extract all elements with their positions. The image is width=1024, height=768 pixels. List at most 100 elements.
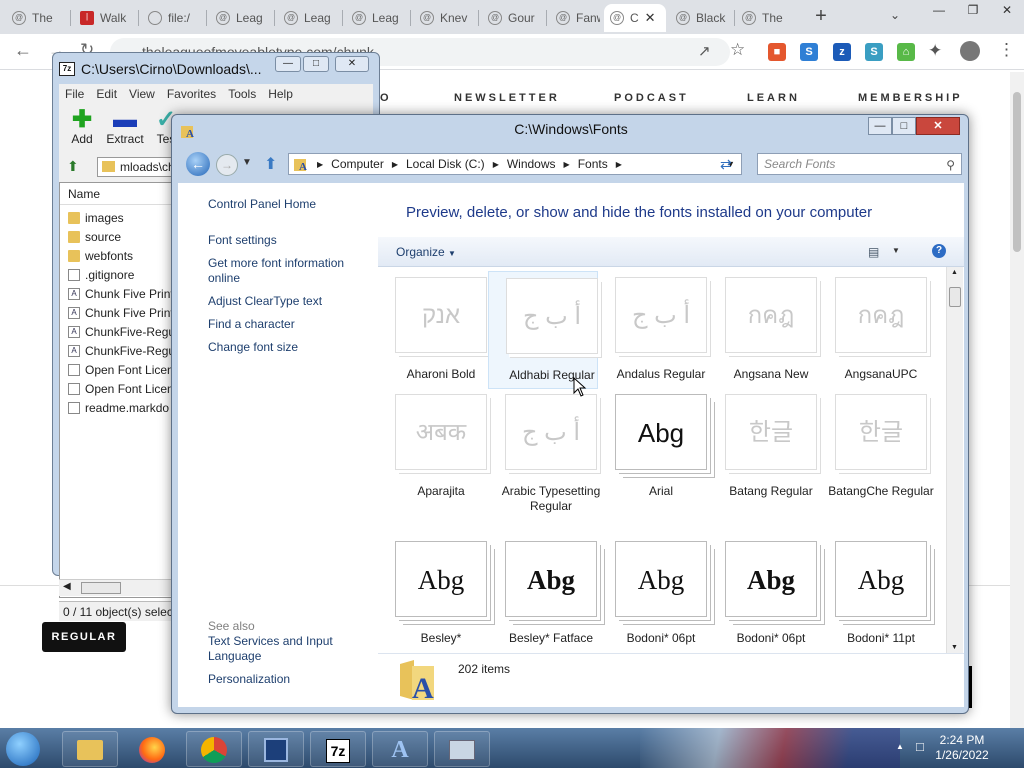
font-tile[interactable]: अबक Aparajita: [378, 388, 488, 506]
browser-maximize-button[interactable]: ❐: [956, 0, 990, 22]
taskbar-7zip-icon[interactable]: 7z: [310, 731, 366, 767]
browser-menu-icon[interactable]: ⋮: [998, 40, 1015, 60]
change-view-icon[interactable]: ▤: [868, 245, 879, 259]
font-grid-scrollbar[interactable]: ▲ ▼: [946, 267, 963, 653]
font-tile[interactable]: กคฎ Angsana New: [708, 271, 818, 389]
tab-close-icon[interactable]: ✕: [645, 10, 656, 26]
site-nav-podcast[interactable]: PODCAST: [614, 92, 689, 104]
browser-minimize-button[interactable]: —: [922, 0, 956, 22]
breadcrumb[interactable]: A ▶ Computer ▶ Local Disk (C:) ▶ Windows…: [288, 153, 742, 175]
search-icon[interactable]: ⚲: [946, 155, 955, 175]
up-arrow-icon[interactable]: ⬆: [264, 154, 277, 174]
extension-s-icon[interactable]: S: [800, 43, 818, 61]
browser-close-button[interactable]: ✕: [990, 0, 1024, 22]
font-tile[interactable]: Abg Bodoni* 06pt: [708, 535, 818, 647]
text-services-link[interactable]: Text Services and Input Language: [208, 634, 348, 664]
font-tile[interactable]: Abg Arial: [598, 388, 708, 506]
menu-view[interactable]: View: [129, 87, 155, 101]
extract-button[interactable]: ▬ Extract: [103, 108, 147, 147]
page-scrollbar[interactable]: [1010, 72, 1024, 728]
browser-tab[interactable]: @ The: [736, 4, 798, 32]
recent-pages-icon[interactable]: ▼: [242, 157, 252, 168]
font-tile[interactable]: Abg Besley* Fatface: [488, 535, 598, 647]
breadcrumb-windows[interactable]: Windows: [507, 157, 556, 171]
browser-tab[interactable]: | Walk: [74, 4, 136, 32]
search-fonts-input[interactable]: Search Fonts ⚲: [757, 153, 962, 175]
menu-file[interactable]: File: [65, 87, 84, 101]
view-options-chevron-icon[interactable]: ▼: [892, 246, 900, 255]
find-character-link[interactable]: Find a character: [208, 317, 295, 332]
add-button[interactable]: ✚ Add: [67, 108, 97, 147]
help-icon[interactable]: ?: [932, 244, 946, 258]
site-nav-membership[interactable]: MEMBERSHIP: [858, 92, 963, 104]
7zip-minimize-button[interactable]: —: [275, 56, 301, 72]
breadcrumb-computer[interactable]: Computer: [331, 157, 384, 171]
scroll-up-icon[interactable]: ▲: [951, 269, 958, 276]
refresh-icon[interactable]: ⇄: [720, 156, 732, 173]
page-scrollbar-thumb[interactable]: [1013, 92, 1021, 252]
font-settings-link[interactable]: Font settings: [208, 233, 277, 248]
browser-tab[interactable]: @ The: [6, 4, 68, 32]
bookmark-star-icon[interactable]: ☆: [730, 40, 745, 60]
7zip-maximize-button[interactable]: □: [303, 56, 329, 72]
scroll-down-icon[interactable]: ▼: [951, 644, 958, 651]
tab-search-icon[interactable]: ⌄: [890, 8, 900, 22]
browser-tab[interactable]: @ Leag: [210, 4, 272, 32]
font-tile[interactable]: أ ب ج Andalus Regular: [598, 271, 708, 389]
menu-help[interactable]: Help: [268, 87, 293, 101]
back-arrow-icon[interactable]: ←: [14, 40, 32, 61]
change-font-size-link[interactable]: Change font size: [208, 340, 298, 355]
font-tile[interactable]: Abg Besley*: [378, 535, 488, 647]
taskbar-virtualbox-icon[interactable]: [248, 731, 304, 767]
adjust-cleartype-link[interactable]: Adjust ClearType text: [208, 294, 322, 309]
font-tile[interactable]: أ ب ج Arabic Typesetting Regular: [488, 388, 600, 513]
extensions-puzzle-icon[interactable]: ✦: [928, 41, 942, 61]
font-tile[interactable]: Abg Bodoni* 11pt: [818, 535, 928, 647]
breadcrumb-local-disk[interactable]: Local Disk (C:): [406, 157, 485, 171]
breadcrumb-fonts[interactable]: Fonts: [578, 157, 608, 171]
extension-orange-icon[interactable]: ■: [768, 43, 786, 61]
organize-button[interactable]: Organize ▼: [396, 245, 456, 259]
site-nav-newsletter[interactable]: NEWSLETTER: [454, 92, 560, 104]
browser-tab[interactable]: @ Black: [670, 4, 732, 32]
font-tile[interactable]: 한글 BatangChe Regular: [818, 388, 934, 506]
control-panel-home-link[interactable]: Control Panel Home: [208, 197, 316, 212]
site-nav-item[interactable]: O: [380, 92, 392, 104]
personalization-link[interactable]: Personalization: [208, 672, 290, 687]
font-tile[interactable]: אנק Aharoni Bold: [378, 271, 488, 389]
taskbar-explorer-icon[interactable]: [62, 731, 118, 767]
extension-s2-icon[interactable]: S: [865, 43, 883, 61]
site-nav-learn[interactable]: LEARN: [747, 92, 800, 104]
fonts-maximize-button[interactable]: □: [892, 117, 916, 135]
scroll-thumb[interactable]: [81, 582, 121, 594]
browser-tab[interactable]: @ C ✕: [604, 4, 666, 32]
fonts-close-button[interactable]: ✕: [916, 117, 960, 135]
taskbar-firefox-icon[interactable]: [124, 731, 180, 767]
share-icon[interactable]: ↗: [698, 42, 711, 60]
browser-tab[interactable]: @ Gour: [482, 4, 544, 32]
font-grid-scroll-thumb[interactable]: [949, 287, 961, 307]
show-hidden-icons-icon[interactable]: ▲: [896, 742, 904, 751]
extension-z-icon[interactable]: z: [833, 43, 851, 61]
up-folder-icon[interactable]: ⬆: [67, 158, 79, 175]
browser-tab[interactable]: @ Leag: [278, 4, 340, 32]
scroll-left-icon[interactable]: ◀: [63, 581, 71, 592]
start-button-icon[interactable]: [6, 732, 40, 766]
more-font-info-link[interactable]: Get more font information online: [208, 256, 368, 286]
font-tile[interactable]: أ ب ج Aldhabi Regular: [488, 271, 598, 389]
system-clock[interactable]: 2:24 PM 1/26/2022: [912, 733, 1012, 763]
new-tab-button[interactable]: +: [810, 6, 832, 28]
menu-tools[interactable]: Tools: [228, 87, 256, 101]
back-button[interactable]: ←: [186, 152, 210, 176]
fonts-minimize-button[interactable]: —: [868, 117, 892, 135]
7zip-close-button[interactable]: ✕: [335, 56, 369, 72]
font-tile[interactable]: 한글 Batang Regular: [708, 388, 818, 506]
browser-tab[interactable]: @ Leag: [346, 4, 408, 32]
menu-favorites[interactable]: Favorites: [167, 87, 216, 101]
browser-tab[interactable]: @ Knev: [414, 4, 476, 32]
taskbar-control-panel-icon[interactable]: [434, 731, 490, 767]
menu-edit[interactable]: Edit: [96, 87, 117, 101]
browser-tab[interactable]: file:/: [142, 4, 204, 32]
taskbar-fonts-icon[interactable]: A: [372, 731, 428, 767]
extension-home-icon[interactable]: ⌂: [897, 43, 915, 61]
